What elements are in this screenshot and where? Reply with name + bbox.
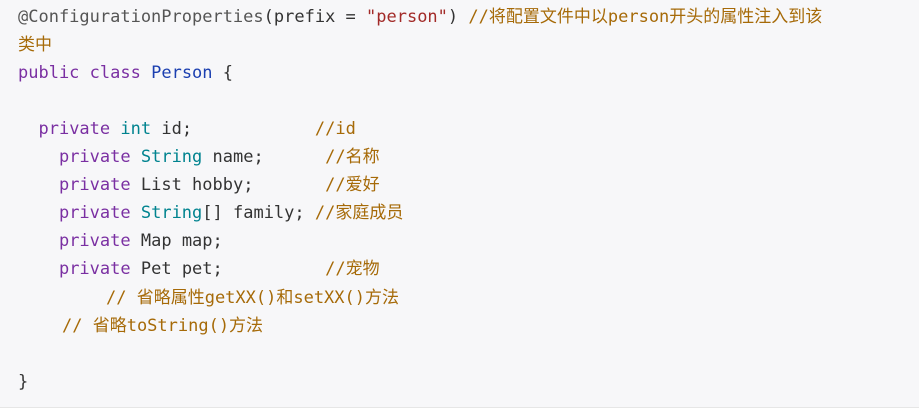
open-brace: { [222, 63, 234, 83]
class-keyword: class [89, 63, 141, 83]
field-line: private int id; //id [18, 115, 356, 143]
code-line-tostring-comment: // 省略toString()方法 [62, 312, 263, 340]
field-comment: //爱好 [325, 175, 380, 195]
code-line-closing-brace: } [18, 368, 28, 396]
annotation-token: @ConfigurationProperties [18, 7, 264, 27]
padding [305, 203, 315, 223]
class-name: Person [151, 63, 213, 83]
field-type: Pet [140, 259, 172, 279]
tostring-comment: // 省略toString()方法 [62, 316, 264, 336]
field-type: int [120, 119, 152, 139]
private-keyword: private [38, 119, 111, 139]
private-keyword: private [58, 147, 131, 167]
padding [264, 147, 325, 167]
field-type: String [140, 147, 203, 167]
code-line-annotation: @ConfigurationProperties(prefix = "perso… [18, 3, 822, 31]
field-line: private Map map; [18, 227, 223, 255]
field-line: private Pet pet; //宠物 [18, 255, 380, 283]
field-name: name; [202, 147, 264, 167]
field-type: Map [140, 231, 172, 251]
field-name: [] family; [202, 203, 305, 223]
comment-continuation: 类中 [18, 35, 52, 55]
code-line-getset-comment: // 省略属性getXX()和setXX()方法 [106, 284, 399, 312]
field-comment: //名称 [325, 147, 380, 167]
field-name: id; [151, 119, 193, 139]
field-name: pet; [171, 259, 223, 279]
paren-open-token: ( [263, 7, 274, 27]
field-comment: //家庭成员 [314, 203, 404, 223]
field-comment: //宠物 [325, 259, 380, 279]
field-type: String [140, 203, 203, 223]
inline-comment: //将配置文件中以person开头的属性注入到该 [468, 7, 823, 27]
code-block: @ConfigurationProperties(prefix = "perso… [0, 0, 919, 408]
field-type: List [140, 175, 182, 195]
private-keyword: private [58, 259, 131, 279]
code-line-class-declaration: public class Person { [18, 59, 233, 87]
padding [253, 175, 325, 195]
field-name: hobby; [181, 175, 254, 195]
string-literal: "person" [366, 7, 448, 27]
field-comment: //id [314, 119, 356, 139]
close-brace: } [18, 372, 29, 392]
public-keyword: public [18, 63, 80, 83]
field-name: map; [171, 231, 223, 251]
code-line-comment-wrap: 类中 [18, 31, 52, 59]
padding [223, 259, 325, 279]
paren-close-token: ) [447, 7, 459, 27]
field-line: private List hobby; //爱好 [18, 171, 380, 199]
private-keyword: private [58, 203, 131, 223]
attribute-token: prefix = [273, 7, 367, 27]
padding [192, 119, 315, 139]
getset-comment: // 省略属性getXX()和setXX()方法 [106, 288, 399, 308]
field-line: private String name; //名称 [18, 143, 380, 171]
private-keyword: private [58, 231, 131, 251]
field-line: private String[] family; //家庭成员 [18, 199, 403, 227]
private-keyword: private [58, 175, 131, 195]
